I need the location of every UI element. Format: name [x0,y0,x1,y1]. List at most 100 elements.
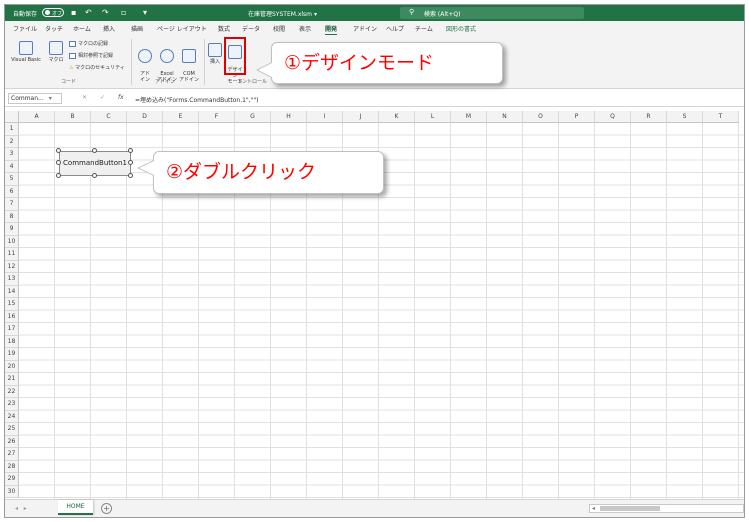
autosave-toggle[interactable]: オフ [42,8,64,17]
column-header[interactable]: R [631,111,667,123]
visual-basic-button[interactable]: Visual Basic [9,41,43,63]
select-all-corner[interactable] [5,111,19,123]
tab-team[interactable]: チーム [415,24,433,33]
column-header[interactable]: O [523,111,559,123]
row-header[interactable]: 19 [5,348,19,361]
formula-input[interactable]: =埋め込み("Forms.CommandButton.1","") [135,95,258,104]
row-header[interactable]: 13 [5,273,19,286]
column-header[interactable]: J [343,111,379,123]
column-header[interactable]: F [199,111,235,123]
tab-help[interactable]: ヘルプ [386,24,404,33]
relative-reference-button[interactable]: 相対参照で記録 [69,52,113,59]
row-header[interactable]: 8 [5,210,19,223]
touch-mode-icon[interactable]: ▫ [121,8,126,17]
column-header[interactable]: K [379,111,415,123]
row-header[interactable]: 3 [5,148,19,161]
column-header[interactable]: G [235,111,271,123]
tab-addins[interactable]: アドイン [353,24,377,33]
row-header[interactable]: 15 [5,298,19,311]
row-header[interactable]: 29 [5,473,19,486]
row-header[interactable]: 22 [5,385,19,398]
com-addin-button[interactable]: COM アドイン [178,43,200,83]
scroll-thumb[interactable] [600,506,660,511]
add-sheet-button[interactable]: + [101,503,112,514]
row-header[interactable]: 12 [5,260,19,273]
file-name[interactable]: 在庫管理SYSTEM.xlsm ▾ [248,9,317,18]
column-header[interactable]: H [271,111,307,123]
excel-addin-button[interactable]: Excel アドイン [156,43,178,83]
column-header[interactable]: E [163,111,199,123]
enter-icon[interactable]: ✓ [100,94,105,101]
row-header[interactable]: 11 [5,248,19,261]
tab-touch[interactable]: タッチ [45,24,63,33]
column-header[interactable]: S [667,111,703,123]
column-header[interactable]: I [307,111,343,123]
resize-handle[interactable] [128,160,133,165]
search-box[interactable]: ⚲ 検索 (Alt+Q) [400,7,584,19]
tab-developer[interactable]: 開発 [325,24,338,35]
row-header[interactable]: 18 [5,335,19,348]
column-header[interactable]: N [487,111,523,123]
column-header[interactable]: Q [595,111,631,123]
column-header[interactable]: C [91,111,127,123]
resize-handle[interactable] [56,173,61,178]
name-box[interactable]: Comman... ▾ [8,93,62,104]
addin-button[interactable]: アド イン [136,43,154,83]
column-header[interactable]: B [55,111,91,123]
tab-insert[interactable]: 挿入 [103,24,115,33]
column-header[interactable]: L [415,111,451,123]
resize-handle[interactable] [128,173,133,178]
row-header[interactable]: 9 [5,223,19,236]
macro-button[interactable]: マクロ [45,41,67,63]
tab-view[interactable]: 表示 [299,24,311,33]
sheet-prev-icon[interactable]: ◂ [15,505,18,512]
row-header[interactable]: 20 [5,360,19,373]
row-header[interactable]: 25 [5,423,19,436]
column-header[interactable]: A [19,111,55,123]
row-header[interactable]: 23 [5,398,19,411]
resize-handle[interactable] [92,148,97,153]
insert-function-icon[interactable]: fx [118,94,124,101]
customize-toolbar-icon[interactable]: ▾ [143,8,147,17]
macro-security-button[interactable]: ⚠ マクロのセキュリティ [69,64,125,71]
scroll-left-icon[interactable]: ◂ [592,505,595,512]
tab-page-layout[interactable]: ページ レイアウト [157,24,207,33]
sheet-nav-arrows[interactable]: ◂ ▸ [15,505,27,512]
tab-formulas[interactable]: 数式 [218,24,230,33]
resize-handle[interactable] [128,148,133,153]
redo-icon[interactable]: ↷ [102,8,109,17]
insert-control-button[interactable]: 挿入 [207,43,223,65]
tab-data[interactable]: データ [242,24,260,33]
row-header[interactable]: 2 [5,135,19,148]
horizontal-scrollbar[interactable]: ◂ [589,504,744,513]
sheet-next-icon[interactable]: ▸ [24,505,27,512]
row-header[interactable]: 10 [5,235,19,248]
tab-home[interactable]: ホーム [73,24,91,33]
row-header[interactable]: 4 [5,160,19,173]
row-header[interactable]: 26 [5,435,19,448]
tab-file[interactable]: ファイル [13,24,37,33]
row-header[interactable]: 1 [5,123,19,136]
row-header[interactable]: 27 [5,448,19,461]
row-header[interactable]: 24 [5,410,19,423]
undo-icon[interactable]: ↶ [85,8,92,17]
tab-review[interactable]: 校閲 [273,24,285,33]
row-header[interactable]: 14 [5,285,19,298]
column-header[interactable]: P [559,111,595,123]
row-header[interactable]: 5 [5,173,19,186]
row-header[interactable]: 28 [5,460,19,473]
column-header[interactable]: M [451,111,487,123]
tab-shape-format[interactable]: 図形の書式 [446,24,476,33]
row-header[interactable]: 7 [5,198,19,211]
row-header[interactable]: 21 [5,373,19,386]
resize-handle[interactable] [56,148,61,153]
row-header[interactable]: 30 [5,485,19,498]
resize-handle[interactable] [92,173,97,178]
row-header[interactable]: 17 [5,323,19,336]
resize-handle[interactable] [56,160,61,165]
record-macro-button[interactable]: マクロの記録 [69,40,108,47]
cancel-icon[interactable]: ✕ [82,94,87,101]
column-header[interactable]: D [127,111,163,123]
save-icon[interactable]: ▪ [71,8,76,17]
sheet-tab-home[interactable]: HOME [58,500,93,515]
